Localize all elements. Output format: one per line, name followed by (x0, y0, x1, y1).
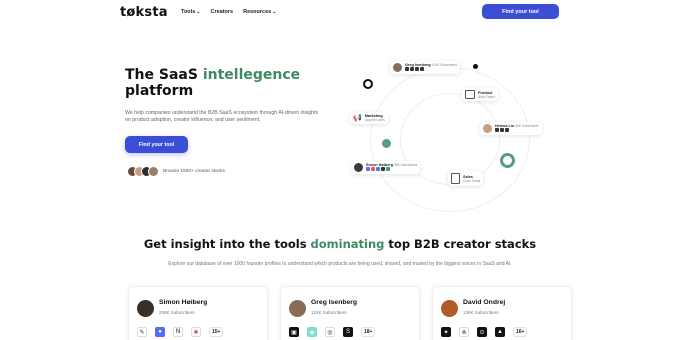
decor-circle (363, 79, 373, 89)
section-title-pre: Get insight into the tools (143, 237, 311, 251)
nav-link-label: Resources (243, 9, 272, 15)
tool-icon (376, 167, 380, 171)
tool-icon[interactable]: ▣ (289, 327, 299, 337)
category-card-product: Product Build Faster (462, 88, 499, 101)
section-title-accent: dominating (310, 237, 385, 251)
category-card-sales: Sales Close Deals (448, 171, 484, 186)
tool-icon[interactable]: ⋔ (459, 327, 469, 337)
chevron-down-icon: ⌄ (196, 9, 201, 15)
browse-stacks-text[interactable]: Browse 1500+ creator stacks (163, 169, 225, 174)
avatar (441, 300, 458, 317)
tool-icon[interactable]: ⊙ (477, 327, 487, 337)
nav-links: Tools ⌄ Creators Resources ⌄ (181, 9, 276, 15)
orbit-illustration: Greg Isenberg 124K Subscribers Product Bu… (345, 55, 565, 212)
creator-subscribers: 206K Subscribers (159, 310, 195, 315)
tool-icon[interactable]: ✦ (441, 327, 451, 337)
top-nav: tøksta Tools ⌄ Creators Resources ⌄ Find… (0, 0, 680, 26)
box-icon (465, 90, 475, 99)
tool-icon (405, 67, 409, 71)
nav-link-resources[interactable]: Resources ⌄ (243, 9, 276, 15)
avatar (148, 166, 159, 177)
tool-icon[interactable]: ✎ (137, 327, 147, 337)
decor-dot (473, 64, 478, 69)
section-title-post: top B2B creator stacks (384, 237, 537, 251)
megaphone-icon: 📢 (353, 115, 362, 122)
creator-cards: Simon Høiberg 206K Subscribers ✎ ● N ✱ 1… (128, 286, 572, 340)
hero-title-pre: The SaaS (125, 67, 203, 83)
creator-card[interactable]: Simon Høiberg 206K Subscribers ✎ ● N ✱ 1… (128, 286, 268, 340)
tool-icon[interactable]: ◎ (325, 327, 335, 337)
creator-card-helena: Helena Liu 55K Subscribers (480, 122, 542, 135)
creator-name: David Ondrej (463, 299, 506, 306)
tool-icon (371, 167, 375, 171)
tool-icon (410, 67, 414, 71)
logo[interactable]: tøksta (120, 5, 168, 20)
creator-subscribers: 55K Subscribers (515, 124, 539, 128)
section-title: Get insight into the tools dominating to… (0, 237, 680, 251)
creator-subscribers: 124K Subscribers (431, 63, 457, 67)
tool-icon (500, 128, 504, 132)
creator-subscribers: 96K Subscribers (394, 163, 418, 167)
hero-title-post: platform (125, 83, 194, 99)
creator-card-simon: Simon Høiberg 96K Subscribers (351, 161, 421, 174)
more-tools-badge[interactable]: 18+ (361, 327, 376, 337)
more-tools-badge[interactable]: 15+ (209, 327, 224, 337)
avatar (354, 163, 363, 172)
creator-subscribers: 124K Subscribers (311, 310, 347, 315)
creator-avatar-stack (127, 166, 159, 177)
category-subtitle: Close Deals (463, 178, 481, 183)
creator-card[interactable]: David Ondrej 136K Subscribers ✦ ⋔ ⊙ ▲ 16… (432, 286, 572, 340)
tool-icon (366, 167, 370, 171)
tool-icon[interactable]: S (343, 327, 353, 337)
tool-list: ✦ ⋔ ⊙ ▲ 16+ (441, 327, 528, 337)
decor-dot (382, 139, 391, 148)
tool-icon (420, 67, 424, 71)
tool-icon (505, 128, 509, 132)
nav-link-label: Tools (181, 9, 196, 15)
tool-icon[interactable]: ◆ (307, 327, 317, 337)
creator-name: Simon Høiberg (159, 299, 208, 306)
tool-icon[interactable]: ✱ (191, 327, 201, 337)
find-tool-hero-button[interactable]: Find your tool (125, 136, 188, 153)
hero-title: The SaaS intellegence platform (125, 67, 325, 99)
creator-card-greg: Greg Isenberg 124K Subscribers (390, 61, 460, 74)
tool-list: ▣ ◆ ◎ S 18+ (289, 327, 376, 337)
tool-icon (386, 167, 390, 171)
avatar (483, 124, 492, 133)
nav-link-creators[interactable]: Creators (210, 9, 233, 15)
tool-list: ✎ ● N ✱ 15+ (137, 327, 224, 337)
tool-icon[interactable]: ▲ (495, 327, 505, 337)
tool-icon (381, 167, 385, 171)
avatar (137, 300, 154, 317)
hero-description: We help companies understand the B2B Saa… (125, 110, 319, 123)
category-subtitle: Build Faster (478, 94, 496, 99)
document-icon (451, 173, 460, 184)
avatar (393, 63, 402, 72)
category-card-marketing: 📢 Marketing Acquire Users (350, 112, 388, 124)
category-subtitle: Acquire Users (364, 118, 385, 122)
nav-link-label: Creators (210, 9, 234, 15)
decor-circle (500, 153, 515, 168)
tool-icon (415, 67, 419, 71)
creator-card[interactable]: Greg Isenberg 124K Subscribers ▣ ◆ ◎ S 1… (280, 286, 420, 340)
chevron-down-icon: ⌄ (272, 9, 277, 15)
tool-icon (495, 128, 499, 132)
section-description: Explore our database of over 1000 founde… (168, 261, 512, 267)
tool-icon[interactable]: ● (155, 327, 165, 337)
nav-link-tools[interactable]: Tools ⌄ (181, 9, 200, 15)
avatar (289, 300, 306, 317)
find-tool-nav-button[interactable]: Find your tool (482, 4, 559, 19)
hero-title-accent: intellegence (202, 67, 301, 83)
notion-icon[interactable]: N (173, 327, 183, 337)
creator-subscribers: 136K Subscribers (463, 310, 499, 315)
more-tools-badge[interactable]: 16+ (513, 327, 528, 337)
creator-name: Greg Isenberg (311, 299, 358, 306)
